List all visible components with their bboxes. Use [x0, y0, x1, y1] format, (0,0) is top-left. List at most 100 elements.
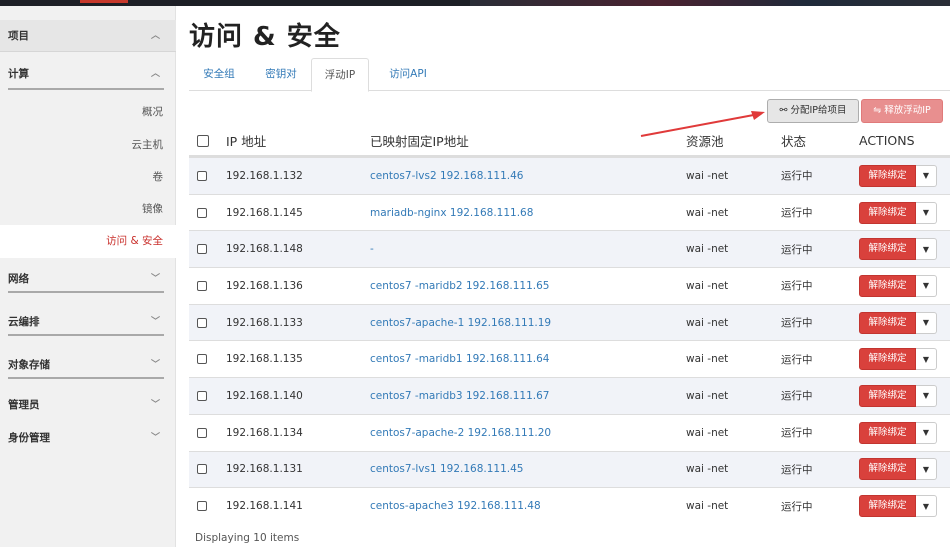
sidebar-item-volumes[interactable]: 卷 [0, 161, 176, 194]
mapped-ip-link[interactable]: mariadb-nginx 192.168.111.68 [370, 195, 533, 231]
sidebar-section-label: 网络 [8, 273, 29, 285]
caret-down-icon: ▼ [922, 281, 930, 291]
actions-dropdown-button[interactable]: ▼ [916, 495, 937, 518]
disassociate-button[interactable]: 解除绑定 [859, 495, 916, 518]
row-checkbox[interactable] [197, 488, 207, 524]
mapped-ip-link[interactable]: centos7 -maridb3 192.168.111.67 [370, 378, 549, 414]
disassociate-button[interactable]: 解除绑定 [859, 201, 916, 224]
actions-dropdown-button[interactable]: ▼ [916, 201, 937, 224]
table-row: 192.168.1.136 centos7 -maridb2 192.168.11… [189, 267, 950, 304]
tab-floating-ips[interactable]: 浮动IP [311, 58, 369, 92]
sidebar-section-admin[interactable]: 管理员 ﹀ [0, 390, 176, 420]
mapped-ip-link[interactable]: centos7 -maridb2 192.168.111.65 [370, 268, 549, 304]
tab-key-pairs[interactable]: 密钥对 [251, 58, 311, 91]
row-checkbox[interactable] [197, 452, 207, 488]
status-text: 运行中 [781, 243, 813, 256]
sidebar-item-label: 卷 [152, 171, 164, 183]
status-text: 运行中 [781, 317, 813, 330]
ip-address: 192.168.1.145 [226, 206, 303, 219]
mapped-ip-link[interactable]: - [370, 231, 374, 267]
assign-ip-button[interactable]: ⚯ 分配IP给项目 [767, 99, 859, 123]
ip-address: 192.168.1.140 [226, 389, 303, 402]
table-row: 192.168.1.135 centos7 -maridb1 192.168.11… [189, 340, 950, 377]
disassociate-button[interactable]: 解除绑定 [859, 164, 916, 187]
row-checkbox[interactable] [197, 305, 207, 341]
sidebar-compute-label: 计算 [8, 68, 29, 80]
disassociate-button[interactable]: 解除绑定 [859, 348, 916, 371]
disassociate-button[interactable]: 解除绑定 [859, 458, 916, 481]
sidebar-item-access-security[interactable]: 访问 & 安全 [0, 225, 176, 258]
disassociate-button[interactable]: 解除绑定 [859, 274, 916, 297]
mapped-ip-link[interactable]: centos7-lvs1 192.168.111.45 [370, 452, 524, 488]
mapped-ip-link[interactable]: centos-apache3 192.168.111.48 [370, 488, 541, 524]
header-ip[interactable]: IP 地址 [226, 126, 266, 155]
actions-dropdown-button[interactable]: ▼ [916, 164, 937, 187]
tab-security-groups[interactable]: 安全组 [189, 58, 249, 91]
row-actions: 解除绑定 ▼ [859, 415, 937, 451]
row-checkbox[interactable] [197, 158, 207, 194]
caret-down-icon: ▼ [922, 171, 930, 181]
row-checkbox[interactable] [197, 231, 207, 267]
row-checkbox[interactable] [197, 341, 207, 377]
chevron-down-icon: ﹀ [150, 317, 160, 327]
sidebar-item-overview[interactable]: 概况 [0, 96, 176, 129]
disassociate-button[interactable]: 解除绑定 [859, 421, 916, 444]
header-state[interactable]: 状态 [781, 126, 806, 155]
chevron-down-icon: ﹀ [150, 400, 160, 410]
status-text: 运行中 [781, 427, 813, 440]
table-row: 192.168.1.133 centos7-apache-1 192.168.11… [189, 303, 950, 341]
ip-address: 192.168.1.134 [226, 426, 303, 439]
main-content: 访问 & 安全 安全组 密钥对 浮动IP 访问API ⚯ 分配IP给项目 ⇋ 释… [177, 6, 950, 547]
table-row: 192.168.1.141 centos-apache3 192.168.111.… [189, 487, 950, 524]
row-checkbox[interactable] [197, 415, 207, 451]
actions-dropdown-button[interactable]: ▼ [916, 311, 937, 334]
tab-bar: 安全组 密钥对 浮动IP 访问API [189, 58, 950, 92]
disassociate-button[interactable]: 解除绑定 [859, 311, 916, 334]
chevron-down-icon: ﹀ [150, 360, 160, 370]
caret-down-icon: ▼ [922, 501, 930, 511]
sidebar-project-header[interactable]: 项目 ︿ [0, 20, 176, 52]
disassociate-button[interactable]: 解除绑定 [859, 384, 916, 407]
table-row: 192.168.1.131 centos7-lvs1 192.168.111.45… [189, 450, 950, 488]
sidebar-section-orchestration[interactable]: 云编排 ﹀ [0, 307, 176, 337]
row-checkbox[interactable] [197, 268, 207, 304]
sidebar-compute-header[interactable]: 计算 ︿ [0, 58, 176, 90]
actions-dropdown-button[interactable]: ▼ [916, 274, 937, 297]
pool-name: wai -net [686, 243, 729, 256]
disassociate-button[interactable]: 解除绑定 [859, 238, 916, 261]
sidebar-section-label: 云编排 [8, 316, 40, 328]
row-checkbox[interactable] [197, 378, 207, 414]
actions-dropdown-button[interactable]: ▼ [916, 348, 937, 371]
actions-dropdown-button[interactable]: ▼ [916, 458, 937, 481]
sidebar-item-label: 概况 [142, 106, 163, 118]
mapped-ip-link[interactable]: centos7 -maridb1 192.168.111.64 [370, 341, 549, 377]
row-checkbox[interactable] [197, 195, 207, 231]
status-text: 运行中 [781, 390, 813, 403]
tab-api-access[interactable]: 访问API [373, 58, 443, 91]
actions-dropdown-button[interactable]: ▼ [916, 384, 937, 407]
header-pool[interactable]: 资源池 [686, 126, 724, 155]
mapped-ip-link[interactable]: centos7-apache-1 192.168.111.19 [370, 305, 551, 341]
sidebar-section-object-store[interactable]: 对象存储 ﹀ [0, 350, 176, 380]
table-row: 192.168.1.145 mariadb-nginx 192.168.111.6… [189, 193, 950, 231]
mapped-ip-link[interactable]: centos7-apache-2 192.168.111.20 [370, 415, 551, 451]
section-underline [8, 291, 164, 293]
select-all-checkbox[interactable] [197, 126, 209, 155]
sidebar-item-images[interactable]: 镜像 [0, 193, 176, 226]
sidebar-item-instances[interactable]: 云主机 [0, 129, 176, 162]
pool-name: wai -net [686, 426, 729, 439]
sidebar-item-label: 镜像 [142, 203, 163, 215]
actions-dropdown-button[interactable]: ▼ [916, 238, 937, 261]
release-ip-button[interactable]: ⇋ 释放浮动IP [861, 99, 943, 123]
chevron-down-icon: ﹀ [150, 274, 160, 284]
mapped-ip-link[interactable]: centos7-lvs2 192.168.111.46 [370, 158, 524, 194]
actions-dropdown-button[interactable]: ▼ [916, 421, 937, 444]
link-icon: ⚯ [779, 105, 788, 116]
caret-down-icon: ▼ [922, 244, 930, 254]
ip-address: 192.168.1.131 [226, 463, 303, 476]
sidebar-section-identity[interactable]: 身份管理 ﹀ [0, 423, 176, 453]
pool-name: wai -net [686, 389, 729, 402]
row-actions: 解除绑定 ▼ [859, 452, 937, 488]
header-mapped-ip[interactable]: 已映射固定IP地址 [370, 126, 469, 155]
sidebar-section-network[interactable]: 网络 ﹀ [0, 264, 176, 294]
